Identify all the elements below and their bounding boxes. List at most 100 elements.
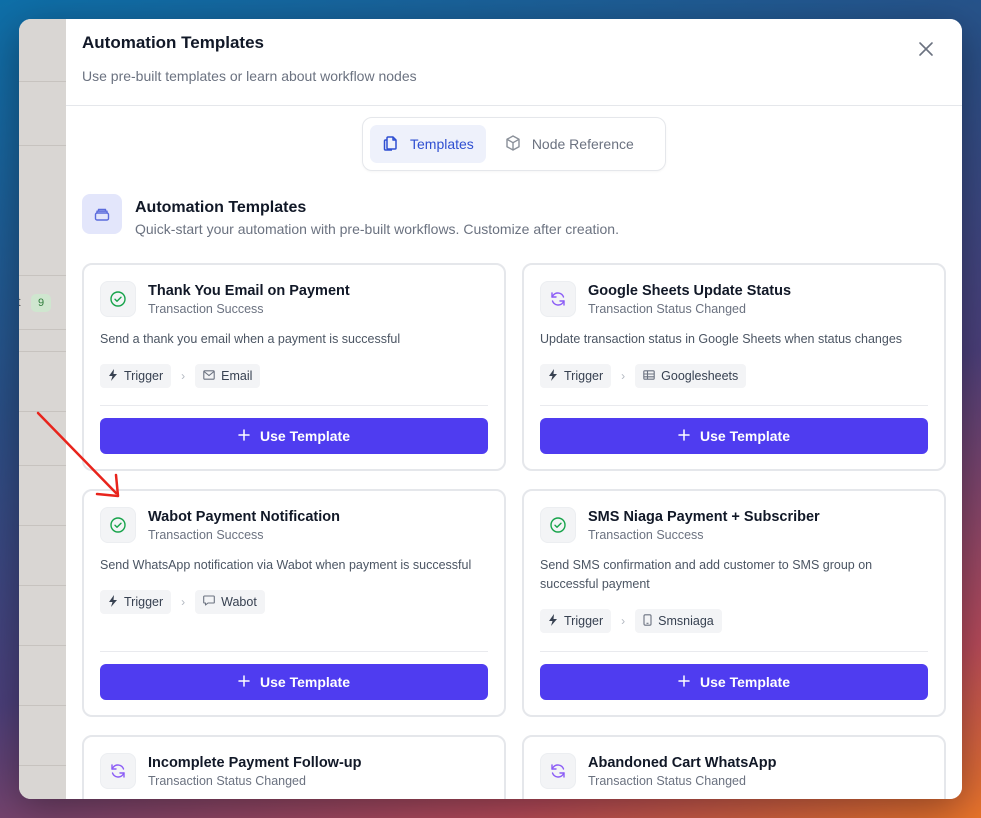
document-copy-icon	[382, 134, 400, 155]
action-label: Googlesheets	[661, 369, 739, 383]
tab-label: Node Reference	[531, 136, 634, 152]
action-step: Googlesheets	[635, 364, 747, 388]
trigger-label: Trigger	[124, 595, 164, 609]
use-template-button[interactable]: Use Template	[100, 418, 488, 454]
divider	[19, 329, 66, 330]
divider	[19, 705, 66, 706]
layers-icon	[82, 194, 122, 234]
bolt-icon	[108, 594, 118, 610]
divider	[540, 405, 928, 406]
plus-icon	[678, 428, 690, 444]
divider	[19, 645, 66, 646]
trigger-step: Trigger	[100, 364, 172, 388]
divider	[19, 525, 66, 526]
template-event: Transaction Success	[148, 528, 264, 542]
modal-header: Automation Templates Use pre-built templ…	[66, 19, 962, 106]
use-template-button[interactable]: Use Template	[540, 664, 928, 700]
plus-icon	[238, 428, 250, 444]
action-step: Smsniaga	[635, 609, 722, 633]
template-title: Wabot Payment Notification	[148, 509, 340, 525]
section-title: Automation Templates	[135, 199, 307, 216]
action-step: Email	[195, 364, 261, 388]
tab-bar: Templates Node Reference	[362, 117, 666, 171]
message-icon	[203, 595, 215, 609]
divider	[100, 651, 488, 652]
template-title: Incomplete Payment Follow-up	[148, 755, 362, 771]
button-label: Use Template	[700, 674, 790, 690]
bolt-icon	[548, 368, 558, 384]
divider	[19, 411, 66, 412]
bolt-icon	[548, 613, 558, 629]
clipped-text: t	[19, 294, 21, 309]
template-card: Wabot Payment Notification Transaction S…	[82, 489, 506, 717]
action-label: Wabot	[221, 595, 257, 609]
mail-icon	[203, 369, 215, 383]
action-step: Wabot	[195, 590, 265, 614]
template-card: Google Sheets Update Status Transaction …	[522, 263, 946, 471]
divider	[100, 405, 488, 406]
template-description: Send a thank you email when a payment is…	[100, 332, 401, 346]
phone-icon	[643, 613, 652, 629]
app-window: t 9 Automation Templates Use pre-built t…	[19, 19, 962, 799]
trigger-step: Trigger	[100, 590, 172, 614]
template-event: Transaction Success	[148, 302, 264, 316]
close-icon[interactable]	[916, 39, 936, 59]
template-description: Send SMS confirmation and add customer t…	[540, 558, 873, 591]
chevron-right-icon: ›	[181, 595, 186, 609]
section-description: Quick-start your automation with pre-bui…	[135, 221, 619, 237]
divider	[19, 585, 66, 586]
use-template-button[interactable]: Use Template	[100, 664, 488, 700]
template-event: Transaction Status Changed	[588, 774, 746, 788]
count-badge: 9	[31, 294, 51, 312]
bolt-icon	[108, 368, 118, 384]
trigger-label: Trigger	[564, 369, 604, 383]
button-label: Use Template	[700, 428, 790, 444]
check-circle-icon	[100, 507, 136, 543]
template-title: Thank You Email on Payment	[148, 283, 350, 299]
template-event: Transaction Success	[588, 528, 704, 542]
plus-icon	[678, 674, 690, 690]
template-card: Incomplete Payment Follow-up Transaction…	[82, 735, 506, 799]
table-icon	[643, 369, 655, 383]
template-title: Abandoned Cart WhatsApp	[588, 755, 777, 771]
template-description: Send WhatsApp notification via Wabot whe…	[100, 558, 472, 572]
chevron-right-icon: ›	[181, 369, 186, 383]
template-description: Update transaction status in Google Shee…	[540, 332, 903, 346]
use-template-button[interactable]: Use Template	[540, 418, 928, 454]
action-label: Smsniaga	[658, 614, 714, 628]
divider	[19, 81, 66, 82]
workflow-steps: Trigger › Googlesheets	[540, 364, 928, 388]
trigger-step: Trigger	[540, 364, 612, 388]
divider	[19, 145, 66, 146]
divider	[19, 351, 66, 352]
trigger-label: Trigger	[564, 614, 604, 628]
template-grid: Thank You Email on Payment Transaction S…	[82, 263, 946, 799]
check-circle-icon	[100, 281, 136, 317]
plus-icon	[238, 674, 250, 690]
cube-icon	[504, 134, 522, 155]
chevron-right-icon: ›	[621, 614, 626, 628]
template-event: Transaction Status Changed	[148, 774, 306, 788]
tab-label: Templates	[410, 136, 474, 152]
refresh-icon	[100, 753, 136, 789]
modal-title: Automation Templates	[82, 33, 264, 52]
background-page: t 9	[19, 19, 66, 799]
tab-node-reference[interactable]: Node Reference	[492, 125, 646, 163]
divider	[19, 275, 66, 276]
workflow-steps: Trigger › Wabot	[100, 590, 488, 614]
tab-templates[interactable]: Templates	[370, 125, 486, 163]
refresh-icon	[540, 281, 576, 317]
section-header: Automation Templates Quick-start your au…	[82, 194, 619, 237]
divider	[19, 765, 66, 766]
template-card: Thank You Email on Payment Transaction S…	[82, 263, 506, 471]
divider	[19, 465, 66, 466]
template-card: Abandoned Cart WhatsApp Transaction Stat…	[522, 735, 946, 799]
divider	[540, 651, 928, 652]
template-title: SMS Niaga Payment + Subscriber	[588, 509, 820, 525]
workflow-steps: Trigger › Smsniaga	[540, 609, 928, 633]
templates-modal: Automation Templates Use pre-built templ…	[66, 19, 962, 799]
template-event: Transaction Status Changed	[588, 302, 746, 316]
modal-subtitle: Use pre-built templates or learn about w…	[82, 68, 417, 84]
button-label: Use Template	[260, 674, 350, 690]
workflow-steps: Trigger › Email	[100, 364, 488, 388]
